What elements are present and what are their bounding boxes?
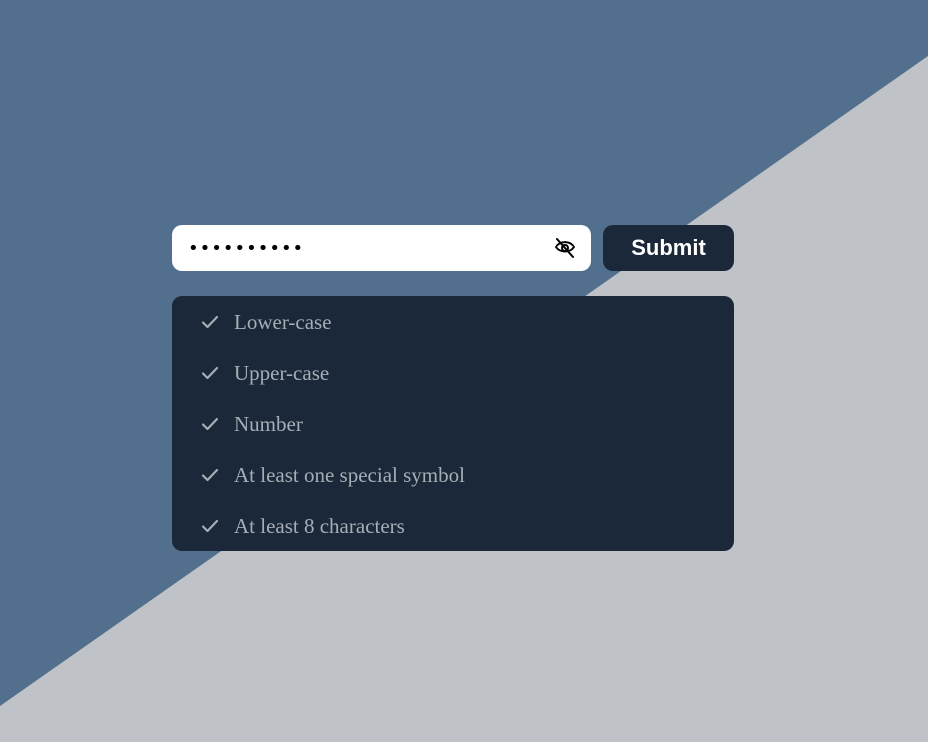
check-icon [201,519,219,533]
requirement-label: Lower-case [234,310,332,334]
submit-button[interactable]: Submit [603,225,734,271]
eye-off-icon[interactable] [553,236,577,260]
requirement-label: Number [234,412,303,436]
requirement-label: At least 8 characters [234,514,405,538]
check-icon [201,417,219,431]
requirement-special-symbol: At least one special symbol [172,460,734,490]
requirement-lower-case: Lower-case [172,307,734,337]
check-icon [201,468,219,482]
requirement-upper-case: Upper-case [172,358,734,388]
check-icon [201,366,219,380]
password-input[interactable] [172,225,542,271]
password-field[interactable] [172,225,591,271]
requirement-label: Upper-case [234,361,330,385]
requirement-number: Number [172,409,734,439]
requirement-label: At least one special symbol [234,463,465,487]
password-requirements: Lower-case Upper-case Number At least on… [172,296,734,551]
check-icon [201,315,219,329]
requirement-min-length: At least 8 characters [172,511,734,541]
